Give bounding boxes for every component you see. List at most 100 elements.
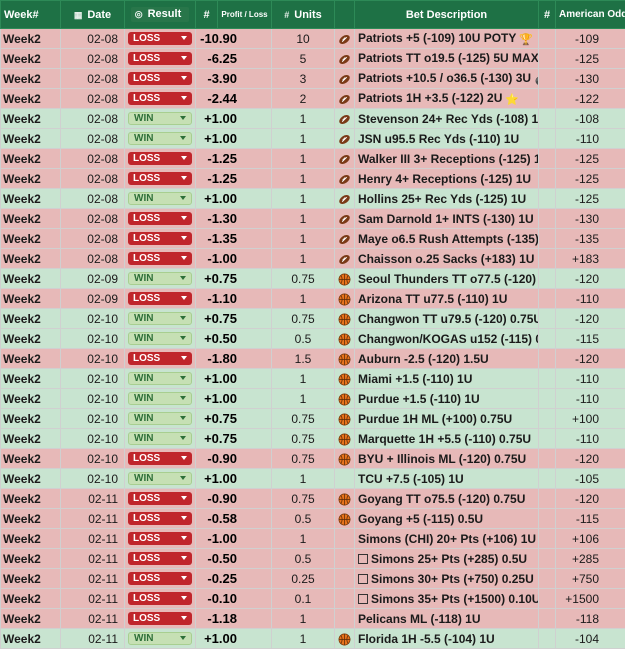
date-cell[interactable]: 02-08 [61, 109, 125, 129]
bet-description-cell[interactable]: Purdue +1.5 (-110) 1U [355, 389, 539, 409]
profit-loss-cell[interactable]: -1.10 [196, 289, 272, 309]
odds-cell[interactable]: -110 [556, 289, 625, 309]
number2-header[interactable]: # [539, 1, 556, 29]
date-cell[interactable]: 02-10 [61, 329, 125, 349]
profit-loss-cell[interactable]: -1.80 [196, 349, 272, 369]
date-cell[interactable]: 02-08 [61, 69, 125, 89]
profit-loss-cell[interactable]: -0.90 [196, 449, 272, 469]
result-dropdown[interactable]: LOSS [128, 252, 192, 265]
profit-loss-cell[interactable]: -2.44 [196, 89, 272, 109]
bet-description-cell[interactable]: Sam Darnold 1+ INTS (-130) 1U [355, 209, 539, 229]
date-cell[interactable]: 02-10 [61, 449, 125, 469]
result-cell[interactable]: WIN [125, 129, 196, 149]
date-cell[interactable]: 02-08 [61, 209, 125, 229]
units-cell[interactable]: 1.5 [272, 349, 335, 369]
bet-description-cell[interactable]: Stevenson 24+ Rec Yds (-108) 1U [355, 109, 539, 129]
result-cell[interactable]: LOSS [125, 69, 196, 89]
result-cell[interactable]: WIN [125, 629, 196, 649]
result-cell[interactable]: WIN [125, 309, 196, 329]
bet-description-cell[interactable]: Pelicans ML (-118) 1U [355, 609, 539, 629]
bet-description-cell[interactable]: Miami +1.5 (-110) 1U [355, 369, 539, 389]
result-dropdown[interactable]: WIN [128, 372, 192, 385]
units-cell[interactable]: 0.5 [272, 549, 335, 569]
date-cell[interactable]: 02-11 [61, 549, 125, 569]
date-cell[interactable]: 02-10 [61, 309, 125, 329]
result-cell[interactable]: LOSS [125, 169, 196, 189]
profit-loss-cell[interactable]: +1.00 [196, 389, 272, 409]
week-cell[interactable]: Week2 [1, 389, 61, 409]
result-dropdown[interactable]: LOSS [128, 612, 192, 625]
date-cell[interactable]: 02-08 [61, 249, 125, 269]
date-cell[interactable]: 02-08 [61, 89, 125, 109]
bet-description-cell[interactable]: Patriots TT o19.5 (-125) 5U MAX💎 [355, 49, 539, 69]
week-cell[interactable]: Week2 [1, 409, 61, 429]
units-cell[interactable]: 1 [272, 629, 335, 649]
profit-loss-cell[interactable]: +1.00 [196, 109, 272, 129]
profit-loss-cell[interactable]: -0.10 [196, 589, 272, 609]
result-dropdown[interactable]: WIN [128, 632, 192, 645]
units-cell[interactable]: 0.75 [272, 449, 335, 469]
odds-cell[interactable]: +285 [556, 549, 625, 569]
odds-cell[interactable]: -109 [556, 29, 625, 49]
result-cell[interactable]: LOSS [125, 609, 196, 629]
profit-loss-cell[interactable]: -0.58 [196, 509, 272, 529]
result-dropdown[interactable]: LOSS [128, 212, 192, 225]
result-dropdown[interactable]: LOSS [128, 532, 192, 545]
result-cell[interactable]: WIN [125, 109, 196, 129]
result-dropdown[interactable]: LOSS [128, 52, 192, 65]
odds-header[interactable]: American Odds [556, 1, 625, 29]
odds-cell[interactable]: -120 [556, 489, 625, 509]
date-header[interactable]: ▦Date [61, 1, 125, 29]
profit-loss-cell[interactable]: -1.00 [196, 249, 272, 269]
week-cell[interactable]: Week2 [1, 189, 61, 209]
date-cell[interactable]: 02-10 [61, 469, 125, 489]
result-cell[interactable]: LOSS [125, 569, 196, 589]
result-dropdown[interactable]: LOSS [128, 492, 192, 505]
bet-description-cell[interactable]: Seoul Thunders TT o77.5 (-120) 0.75U [355, 269, 539, 289]
profit-loss-cell[interactable]: +0.75 [196, 429, 272, 449]
units-cell[interactable]: 1 [272, 609, 335, 629]
date-cell[interactable]: 02-10 [61, 409, 125, 429]
odds-cell[interactable]: -120 [556, 449, 625, 469]
result-dropdown[interactable]: LOSS [128, 572, 192, 585]
units-cell[interactable]: 0.75 [272, 489, 335, 509]
result-cell[interactable]: LOSS [125, 549, 196, 569]
odds-cell[interactable]: -110 [556, 389, 625, 409]
profit-loss-cell[interactable]: -1.30 [196, 209, 272, 229]
week-cell[interactable]: Week2 [1, 309, 61, 329]
result-dropdown[interactable]: WIN [128, 192, 192, 205]
units-cell[interactable]: 1 [272, 109, 335, 129]
profit-loss-cell[interactable]: +1.00 [196, 129, 272, 149]
bet-description-cell[interactable]: Chaisson o.25 Sacks (+183) 1U [355, 249, 539, 269]
odds-cell[interactable]: -115 [556, 329, 625, 349]
number-header[interactable]: # [196, 1, 218, 29]
profit-loss-cell[interactable]: -1.00 [196, 529, 272, 549]
result-header[interactable]: ◎Result [125, 1, 196, 29]
bet-description-cell[interactable]: Walker III 3+ Receptions (-125) 1U [355, 149, 539, 169]
week-cell[interactable]: Week2 [1, 169, 61, 189]
bet-description-cell[interactable]: Changwon TT u79.5 (-120) 0.75U [355, 309, 539, 329]
units-cell[interactable]: 1 [272, 209, 335, 229]
odds-cell[interactable]: +183 [556, 249, 625, 269]
week-cell[interactable]: Week2 [1, 329, 61, 349]
result-dropdown[interactable]: LOSS [128, 232, 192, 245]
date-cell[interactable]: 02-11 [61, 629, 125, 649]
units-cell[interactable]: 1 [272, 129, 335, 149]
result-cell[interactable]: LOSS [125, 589, 196, 609]
week-cell[interactable]: Week2 [1, 529, 61, 549]
bet-description-cell[interactable]: Patriots +10.5 / o36.5 (-130) 3U💣 [355, 69, 539, 89]
date-cell[interactable]: 02-09 [61, 289, 125, 309]
units-cell[interactable]: 1 [272, 249, 335, 269]
profit-loss-cell[interactable]: -1.18 [196, 609, 272, 629]
odds-cell[interactable]: +106 [556, 529, 625, 549]
date-cell[interactable]: 02-08 [61, 129, 125, 149]
week-cell[interactable]: Week2 [1, 449, 61, 469]
result-cell[interactable]: WIN [125, 369, 196, 389]
odds-cell[interactable]: -125 [556, 189, 625, 209]
profit-loss-cell[interactable]: +0.75 [196, 269, 272, 289]
profit-loss-cell[interactable]: +1.00 [196, 369, 272, 389]
units-cell[interactable]: 0.25 [272, 569, 335, 589]
bet-description-cell[interactable]: Henry 4+ Receptions (-125) 1U [355, 169, 539, 189]
profit-loss-cell[interactable]: -10.90 [196, 29, 272, 49]
result-dropdown[interactable]: LOSS [128, 352, 192, 365]
